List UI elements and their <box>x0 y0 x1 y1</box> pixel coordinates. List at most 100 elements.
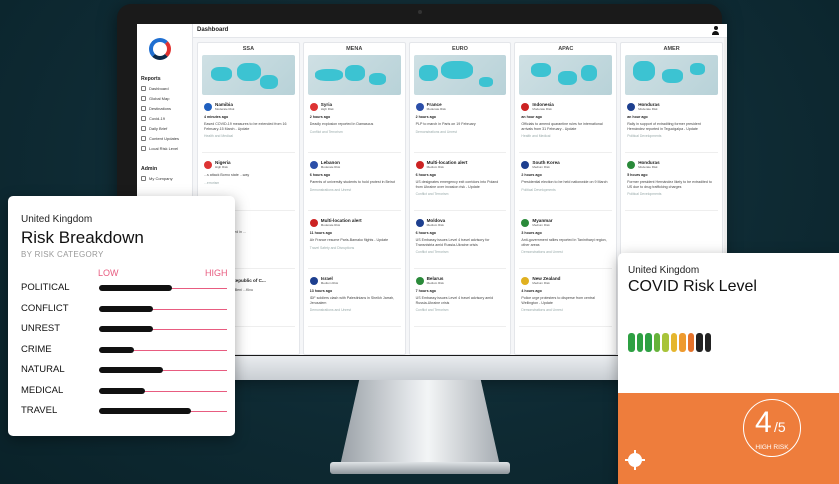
risk-level-bar <box>99 326 153 332</box>
alert-time: 6 hours ago <box>309 173 331 177</box>
alert-category: Demonstrations and Unrest <box>521 308 563 313</box>
flag-icon <box>309 102 318 111</box>
region-column: EURO France Moderate Risk 2 hours ago PLP to… <box>408 42 512 355</box>
sidebar-item-covid[interactable]: Covid-19 <box>141 116 165 121</box>
map-highlight <box>558 71 577 85</box>
sidebar-item-dashboard[interactable]: Dashboard <box>141 86 169 91</box>
flag-icon <box>521 160 530 169</box>
user-icon[interactable] <box>712 26 719 35</box>
risk-row: UNREST <box>21 322 227 336</box>
sidebar-item-destinations[interactable]: Destinations <box>141 106 171 111</box>
covid-title: COVID Risk Level <box>628 278 757 295</box>
alert-header: Myanmar Medium Risk <box>521 218 610 227</box>
region-map[interactable] <box>519 55 613 95</box>
alert-time: 11 hours ago <box>309 231 332 235</box>
alert-risk-level: Medium Risk <box>320 281 339 285</box>
pin-icon <box>141 106 146 111</box>
alert-time: 6 hours ago <box>415 173 436 177</box>
alert-category: Political Developments <box>627 134 662 139</box>
alert-risk-level: Moderate Risk <box>215 107 235 111</box>
alert-category: Conflict and Terrorism <box>415 250 449 255</box>
map-highlight <box>580 65 598 81</box>
region-map[interactable] <box>202 55 295 95</box>
sidebar-heading-reports: Reports <box>141 76 161 82</box>
alert-category: Conflict and Terrorism <box>415 308 449 313</box>
alert-card[interactable]: Lebanon Moderate Risk 6 hours ago Parents o… <box>307 157 401 211</box>
flag-icon <box>204 160 212 169</box>
alert-card[interactable]: Honduras Moderate Risk an hour ago Rally in… <box>625 99 718 153</box>
sidebar-item-local-risk[interactable]: Local Risk Level <box>141 146 178 151</box>
risk-level-bar <box>99 305 153 312</box>
risk-meter-segment <box>645 333 652 352</box>
alert-time: an hour ago <box>627 115 648 119</box>
risk-category-label: CONFLICT <box>21 302 69 314</box>
alert-card[interactable]: New Zealand Medium Risk 4 hours ago Police … <box>519 273 613 327</box>
risk-row: TRAVEL <box>21 404 227 418</box>
covid-country: United Kingdom <box>628 265 700 276</box>
map-highlight <box>211 67 232 81</box>
alert-risk-level: Moderate Risk <box>320 223 341 227</box>
map-highlight <box>530 63 551 77</box>
alert-description: Former president Hernández likely to be … <box>627 180 712 189</box>
alert-risk-level: Medium Risk <box>532 281 550 285</box>
alert-time: 2 hours ago <box>309 115 331 119</box>
virus-icon <box>625 450 645 470</box>
flag-icon <box>415 102 424 111</box>
alert-header: France Moderate Risk <box>415 102 505 111</box>
risk-level-bar <box>99 408 192 414</box>
alert-description: Deadly explosion reported in Damascus <box>309 122 374 126</box>
risk-score-max: /5 <box>774 419 786 435</box>
alert-risk-level: Medium Risk <box>426 165 444 169</box>
alert-card[interactable]: Belarus Medium Risk 7 hours ago US Embassy … <box>413 273 507 327</box>
map-highlight <box>690 63 705 75</box>
top-bar: Dashboard <box>193 24 727 38</box>
region-header: EURO <box>452 46 468 52</box>
alert-time: 3 hours ago <box>521 231 542 235</box>
flag-icon <box>521 276 530 285</box>
flag-icon <box>309 218 318 227</box>
map-highlight <box>237 63 262 81</box>
dashboard-icon <box>141 86 146 91</box>
alert-card[interactable]: Namibia Moderate Risk 4 minutes ago Eased C… <box>202 99 295 153</box>
alert-card[interactable]: Multi-location alert Medium Risk 6 hours a… <box>413 157 507 211</box>
alert-card[interactable]: France Moderate Risk 2 hours ago PLP to mar… <box>413 99 507 153</box>
alert-time: 4 minutes ago <box>204 115 229 119</box>
map-icon <box>141 96 146 101</box>
risk-row: MEDICAL <box>21 384 227 398</box>
flag-icon <box>415 218 424 227</box>
alert-description: Air France resume Paris-Bamako flights -… <box>309 238 389 242</box>
map-highlight <box>419 65 438 81</box>
risk-score-value: 4 <box>755 406 772 439</box>
sidebar-item-content-updates[interactable]: Content Updates <box>141 136 179 141</box>
region-header: MENA <box>346 46 363 52</box>
sidebar-item-daily-brief[interactable]: Daily Brief <box>141 126 167 131</box>
sidebar-item-my-company[interactable]: My Company <box>141 176 173 181</box>
alert-card[interactable]: Syria High Risk 2 hours ago Deadly explosio… <box>307 99 401 153</box>
risk-row: CONFLICT <box>21 302 227 316</box>
alert-risk-level: Medium Risk <box>426 223 444 227</box>
alert-card[interactable]: Honduras Moderate Risk 5 hours ago Former p… <box>625 157 718 211</box>
alert-card[interactable]: South Korea Medium Risk 2 hours ago Preside… <box>519 157 613 211</box>
alert-header: Belarus Medium Risk <box>415 276 505 285</box>
alert-description: US Embassy issues Level 4 travel advisor… <box>415 296 494 305</box>
alert-time: 2 hours ago <box>521 173 542 177</box>
risk-level-bar <box>99 285 172 291</box>
region-map[interactable] <box>307 55 401 95</box>
alert-card[interactable]: Israel Medium Risk 13 hours ago IDF soldier… <box>307 273 401 327</box>
region-column: MENA Syria High Risk 2 hours ago Deadly expl… <box>302 42 406 355</box>
risk-breakdown-card: United Kingdom Risk Breakdown BY RISK CA… <box>8 196 235 436</box>
alert-card[interactable]: Moldova Medium Risk 6 hours ago US Embassy … <box>413 215 507 269</box>
alert-card[interactable]: Myanmar Medium Risk 3 hours ago Anti-govern… <box>519 215 613 269</box>
alert-risk-level: Moderate Risk <box>638 165 658 169</box>
risk-meter-segment <box>628 333 635 352</box>
risk-category-label: POLITICAL <box>21 282 70 293</box>
sidebar-item-global-map[interactable]: Global Map <box>141 96 169 101</box>
alert-card[interactable]: Multi-location alert Moderate Risk 11 hour… <box>307 215 401 269</box>
alert-category: Travel Safety and Disruptions <box>309 245 355 250</box>
alert-card[interactable]: Indonesia Moderate Risk an hour ago Officia… <box>519 99 613 153</box>
map-highlight <box>662 69 683 83</box>
region-map[interactable] <box>413 55 507 95</box>
alert-header: Syria High Risk <box>309 102 399 111</box>
region-map[interactable] <box>625 55 718 95</box>
risk-category-label: UNREST <box>21 323 61 334</box>
